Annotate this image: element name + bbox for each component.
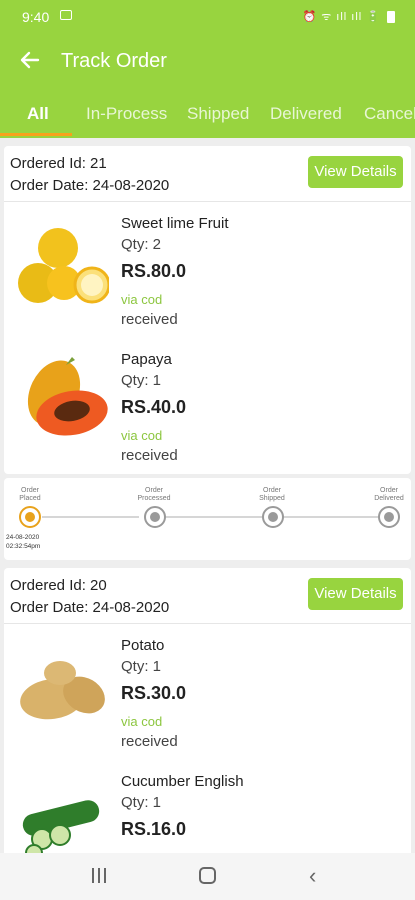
item-price: RS.30.0: [121, 683, 187, 703]
tab-shipped[interactable]: Shipped: [187, 104, 249, 124]
item-qty: Qty: 1: [121, 794, 162, 811]
tab-cancel[interactable]: Cancel: [364, 104, 415, 124]
back-chevron-icon[interactable]: ‹: [309, 863, 316, 889]
view-details-button[interactable]: View Details: [308, 156, 403, 188]
papaya-image: [27, 357, 108, 436]
order-item[interactable]: Cucumber English Qty: 1 RS.16.0: [4, 773, 411, 853]
item-name: Papaya: [121, 351, 172, 368]
home-icon[interactable]: [199, 867, 216, 884]
payment-method: via cod: [121, 292, 163, 307]
step-shipped-dot: [262, 506, 284, 528]
page-title: Track Order: [61, 50, 167, 72]
arrow-left-icon[interactable]: [18, 48, 42, 72]
step-placed-dot: [19, 506, 41, 528]
placed-date: 24-08-2020: [6, 534, 40, 541]
step-label-processed: Order Processed: [137, 487, 171, 502]
order-card: Ordered Id: 20 Order Date: 24-08-2020 Vi…: [4, 568, 411, 858]
active-tab-indicator: [0, 133, 72, 136]
item-price: RS.16.0: [121, 819, 187, 839]
system-navigation-bar: ‹: [0, 853, 415, 900]
view-details-button[interactable]: View Details: [308, 578, 403, 610]
sweet-lime-image: [18, 228, 109, 304]
payment-method: via cod: [121, 428, 163, 443]
item-name: Sweet lime Fruit: [121, 215, 229, 232]
order-item[interactable]: Papaya Qty: 1 RS.40.0 via cod received: [4, 351, 411, 487]
item-qty: Qty: 2: [121, 236, 162, 253]
step-label-shipped: Order Shipped: [259, 487, 285, 502]
status-time: 9:40: [22, 9, 50, 25]
order-progress-tracker: Order Placed Order Processed Order Shipp…: [4, 478, 411, 560]
order-card: Ordered Id: 21 Order Date: 24-08-2020 Vi…: [4, 146, 411, 474]
potato-image: [20, 661, 105, 720]
step-label-delivered: Order Delivered: [374, 487, 404, 502]
item-price: RS.80.0: [121, 261, 187, 281]
battery-icon: [387, 11, 395, 23]
order-header: Ordered Id: 21 Order Date: 24-08-2020 Vi…: [4, 146, 411, 202]
cucumber-image: [22, 800, 100, 853]
order-id: Ordered Id: 21: [10, 155, 107, 172]
order-id: Ordered Id: 20: [10, 577, 107, 594]
order-item[interactable]: Potato Qty: 1 RS.30.0 via cod received: [4, 637, 411, 773]
track-line: [165, 516, 262, 518]
payment-method: via cod: [121, 714, 163, 729]
status-bar: 9:40 ⏰ ᯤ ıll ıll 🔋: [0, 0, 415, 34]
order-item[interactable]: Sweet lime Fruit Qty: 2 RS.80.0 via cod …: [4, 215, 411, 351]
order-header: Ordered Id: 20 Order Date: 24-08-2020 Vi…: [4, 568, 411, 624]
recent-apps-icon[interactable]: [92, 868, 108, 884]
item-price: RS.40.0: [121, 397, 187, 417]
step-label-placed: Order Placed: [19, 487, 41, 502]
tab-all[interactable]: All: [27, 104, 49, 124]
track-line: [42, 516, 139, 518]
item-name: Cucumber English: [121, 773, 244, 790]
placed-timestamp: 24-08-2020 02:32:54pm: [6, 533, 40, 551]
step-delivered-dot: [378, 506, 400, 528]
order-date: Order Date: 24-08-2020: [10, 177, 170, 194]
track-line: [283, 516, 380, 518]
item-qty: Qty: 1: [121, 372, 162, 389]
app-header: 9:40 ⏰ ᯤ ıll ıll 🔋 Track Order All In-Pr…: [0, 0, 415, 138]
item-name: Potato: [121, 637, 165, 654]
placed-time: 02:32:54pm: [6, 543, 41, 550]
image-notification-icon: [60, 10, 72, 20]
step-processed-dot: [144, 506, 166, 528]
item-status: received: [121, 311, 178, 328]
item-qty: Qty: 1: [121, 658, 162, 675]
item-status: received: [121, 447, 178, 464]
tab-delivered[interactable]: Delivered: [270, 104, 342, 124]
item-status: received: [121, 733, 178, 750]
status-icons: ⏰ ᯤ ıll ıll 🔋: [302, 11, 381, 23]
tab-in-process[interactable]: In-Process: [86, 104, 167, 124]
order-date: Order Date: 24-08-2020: [10, 599, 170, 616]
